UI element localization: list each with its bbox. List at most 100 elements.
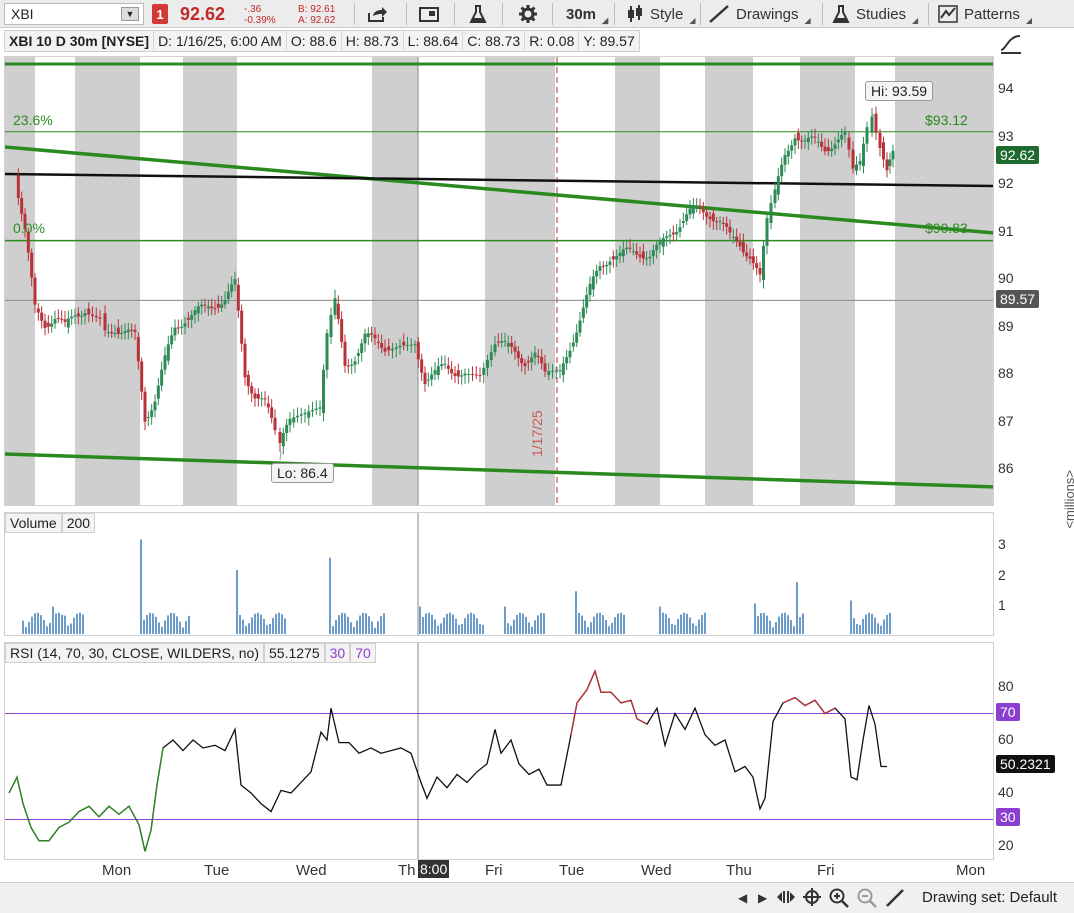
candle-body (346, 365, 350, 367)
candle-body (773, 189, 777, 204)
share-button[interactable] (366, 0, 388, 28)
rsi-chart[interactable] (5, 643, 994, 860)
studies-button[interactable]: Studies ◢ (832, 0, 918, 28)
time-label: Th (398, 862, 416, 879)
candle-body (143, 391, 147, 422)
price-chart[interactable] (5, 57, 994, 506)
candle-body (288, 418, 292, 425)
symbol-input[interactable]: XBI ▼ (4, 3, 144, 25)
lo-callout: Lo: 86.4 (271, 463, 334, 483)
candle-body (413, 344, 417, 346)
volume-label[interactable]: Volume 200 (5, 513, 96, 533)
candle-body (786, 150, 790, 157)
candle-body (543, 363, 547, 372)
candle-body (33, 277, 37, 305)
rsi-ob: 30 (324, 643, 351, 663)
candle-body (380, 342, 384, 348)
candle-body (585, 295, 589, 308)
candle-body (558, 370, 562, 372)
candle-body (741, 242, 745, 253)
candle-body (180, 326, 184, 328)
volume-panel[interactable]: Volume 200 (4, 512, 994, 636)
candle-body (440, 364, 444, 367)
crosshair-icon[interactable] (802, 887, 822, 912)
zoom-out-icon[interactable] (856, 887, 878, 913)
price-axis[interactable]: 94 93 92 91 90 89 88 87 86 92.62 89.57 (994, 56, 1074, 506)
candle-body (855, 164, 858, 171)
price-panel[interactable]: 23.6% $93.12 0.0% $90.83 Hi: 93.59 Lo: 8… (4, 56, 994, 506)
candle-body (655, 244, 659, 251)
candle-body (343, 341, 347, 366)
fib-top-label: 23.6% (13, 112, 53, 128)
candle-body (450, 368, 454, 374)
expand-time-icon[interactable] (776, 887, 796, 912)
volume-tick: 2 (998, 567, 1006, 583)
time-axis[interactable]: Mon Tue Wed Th 8:00 Fri Tue Wed Thu Fri … (4, 860, 994, 882)
rsi-panel[interactable]: RSI (14, 70, 30, CLOSE, WILDERS, no) 55.… (4, 642, 994, 860)
bar-range: R: 0.08 (525, 31, 580, 51)
candle-body (226, 291, 230, 299)
candle-body (281, 432, 285, 447)
candle-body (311, 409, 314, 412)
candle-body (173, 327, 177, 336)
gear-icon (519, 5, 537, 23)
candle-body (56, 318, 60, 319)
timeframe-button[interactable]: 30m ◢ (566, 0, 608, 28)
rsi-axis[interactable]: 80 60 40 20 70 30 50.2321 (994, 642, 1074, 860)
bar-low: L: 88.64 (404, 31, 464, 51)
candle-body (166, 344, 170, 361)
candle-body (250, 386, 254, 394)
candle-body (865, 127, 869, 144)
patterns-button[interactable]: Patterns ◢ (938, 0, 1032, 28)
scroll-right-icon[interactable]: ▶ (758, 891, 767, 905)
volume-tick: 3 (998, 536, 1006, 552)
zoom-in-icon[interactable] (828, 887, 850, 913)
drawing-set-selector[interactable]: Drawing set: Default (922, 889, 1057, 906)
candle-body (156, 385, 160, 399)
price-tick: 92 (998, 175, 1014, 191)
rsi-line (8, 669, 887, 852)
candle-body (420, 359, 424, 373)
candle-body (467, 374, 471, 376)
candle-body (360, 343, 364, 353)
bar-close: C: 88.73 (463, 31, 526, 51)
rsi-label[interactable]: RSI (14, 70, 30, CLOSE, WILDERS, no) 55.… (5, 643, 376, 663)
volume-title: Volume (5, 513, 62, 533)
price-tick: 94 (998, 80, 1014, 96)
settings-button[interactable] (518, 0, 538, 28)
session-shade (75, 57, 140, 505)
candle-body (120, 332, 124, 334)
symbol-dropdown-icon[interactable]: ▼ (121, 7, 139, 21)
volume-chart[interactable] (5, 513, 994, 636)
candle-body (575, 332, 579, 343)
rsi-value-tag: 50.2321 (996, 755, 1055, 773)
candle-body (840, 134, 844, 140)
chart-title[interactable]: XBI 10 D 30m [NYSE] (5, 31, 155, 51)
snapshot-button[interactable] (418, 0, 440, 28)
candle-body (103, 313, 107, 331)
rsi-tick: 80 (998, 678, 1014, 694)
candle-body (402, 341, 406, 346)
candle-body (223, 299, 227, 305)
volume-axis[interactable]: 3 2 1 <millions> (994, 470, 1074, 636)
flask-button[interactable] (468, 0, 488, 28)
alert-badge[interactable]: 1 (152, 4, 168, 24)
draw-line-icon[interactable] (884, 887, 906, 913)
style-button[interactable]: Style ◢ (626, 0, 696, 28)
scroll-left-icon[interactable]: ◀ (738, 891, 747, 905)
candle-body (708, 216, 712, 220)
candle-body (126, 329, 130, 333)
candle-body (76, 313, 80, 317)
candle-body (474, 374, 478, 376)
candle-body (530, 357, 534, 363)
candle-body (233, 279, 237, 285)
candle-body (383, 347, 387, 352)
candle-body (336, 303, 340, 320)
candle-body (780, 164, 784, 177)
candle-body (751, 256, 755, 264)
candle-body (526, 360, 530, 363)
chart-mode-button[interactable] (998, 30, 1024, 56)
candle-body (568, 350, 572, 358)
drawings-button[interactable]: Drawings ◢ (708, 0, 811, 28)
candle-body (460, 375, 464, 377)
